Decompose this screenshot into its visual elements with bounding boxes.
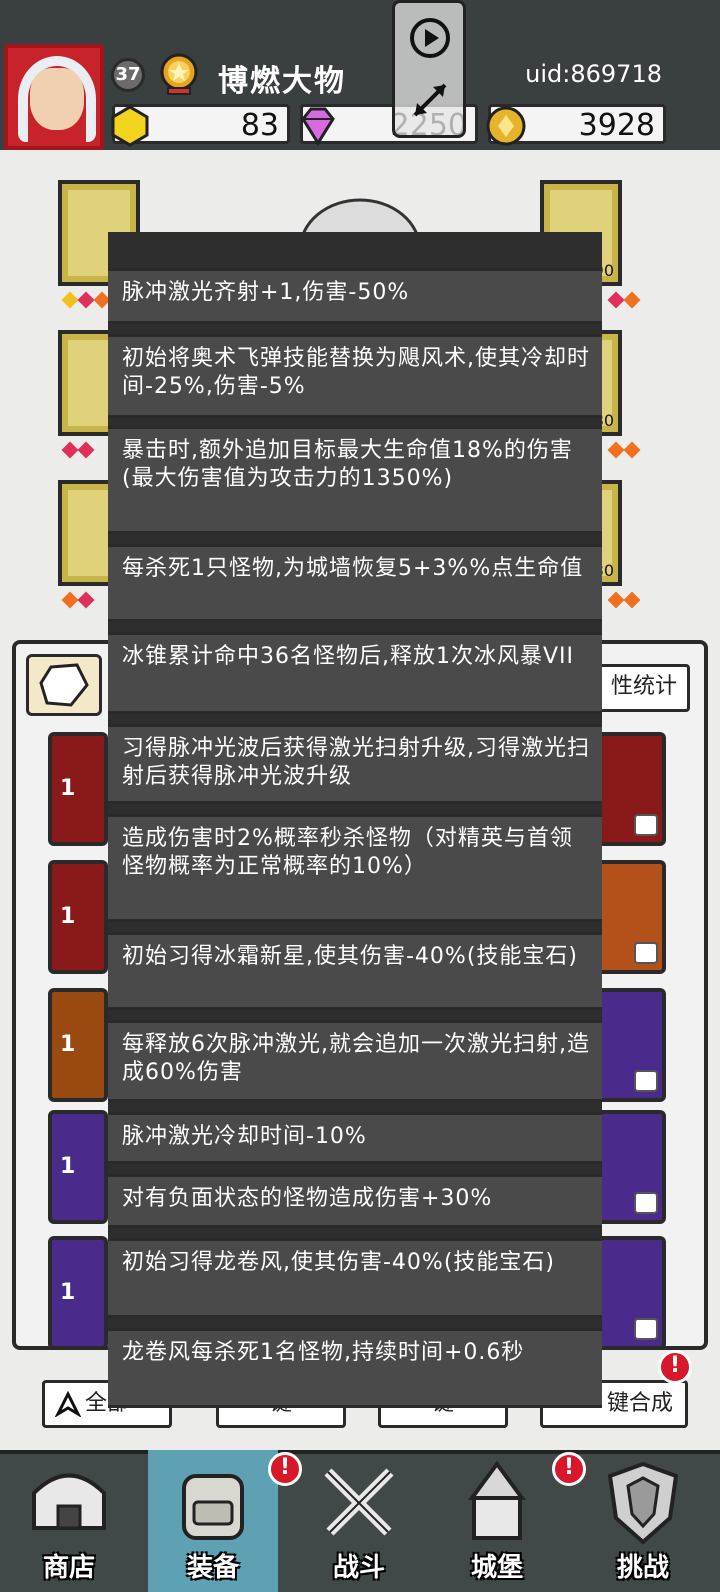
gem-card[interactable] (596, 732, 666, 846)
gem-card[interactable]: 1 (48, 1110, 108, 1224)
nav-shop[interactable]: 商店 (4, 1450, 134, 1592)
crossed-swords-icon (324, 1468, 394, 1536)
player-level-badge: 37 (111, 58, 145, 92)
perk-item: 脉冲激光冷却时间-10% (108, 1112, 602, 1164)
gold-gem-value: 83 (240, 108, 279, 143)
player-avatar[interactable] (4, 44, 104, 150)
yellow-gem-icon (111, 105, 149, 147)
gem-sockets (607, 591, 641, 612)
play-icon[interactable] (409, 17, 451, 59)
nav-battle-label: 战斗 (332, 1553, 385, 1583)
diamond-icon (301, 107, 335, 146)
gem-sockets (61, 591, 95, 612)
gem-card[interactable] (596, 1110, 666, 1224)
expand-icon[interactable] (407, 77, 453, 123)
coin-value: 3928 (578, 108, 655, 143)
gem-sockets (61, 291, 111, 312)
up-arrow-icon (55, 1391, 81, 1417)
nav-equipment[interactable]: 装备 (148, 1450, 278, 1592)
nav-castle[interactable]: 城堡 (432, 1450, 562, 1592)
nav-castle-label: 城堡 (470, 1553, 523, 1583)
merge-alert-badge: ! (658, 1350, 692, 1384)
perk-item: 对有负面状态的怪物造成伤害+30% (108, 1174, 602, 1228)
gem-card[interactable] (596, 1236, 666, 1350)
perk-item: 初始习得冰霜新星,使其伤害-40%(技能宝石) (108, 932, 602, 1010)
perk-item: 冰锥累计命中36名怪物后,释放1次冰风暴VII (108, 632, 602, 714)
nav-challenge-label: 挑战 (616, 1553, 669, 1583)
trophy-icon[interactable] (156, 52, 202, 96)
castle-icon (468, 1460, 526, 1540)
gem-sockets (607, 291, 641, 312)
gem-sockets (607, 441, 641, 462)
perk-item: 每杀死1只怪物,为城墙恢复5+3%%点生命值 (108, 544, 602, 622)
gem-card[interactable] (596, 988, 666, 1102)
coin-icon (486, 106, 526, 146)
nav-battle[interactable]: 战斗 (294, 1450, 424, 1592)
perk-item: 每释放6次脉冲激光,就会追加一次激光扫射,造成60%伤害 (108, 1020, 602, 1102)
perk-item: 初始将奥术飞弹技能替换为飓风术,使其冷却时间-25%,伤害-5% (108, 334, 602, 418)
player-uid: uid:869718 (525, 60, 662, 88)
crystal-icon (39, 663, 89, 707)
gem-card[interactable]: 1 (48, 860, 108, 974)
gem-sockets (61, 441, 95, 462)
shield-icon (607, 1461, 679, 1545)
gem-card[interactable]: 1 (48, 1236, 108, 1350)
perk-item: 龙卷风每杀死1名怪物,持续时间+0.6秒 (108, 1328, 602, 1408)
gem-card[interactable] (596, 860, 666, 974)
nav-equipment-label: 装备 (186, 1553, 239, 1583)
gem-category-button[interactable] (26, 654, 102, 716)
floating-overlay-controls[interactable] (392, 0, 466, 138)
perk-item: 暴击时,额外追加目标最大生命值18%的伤害(最大伤害值为攻击力的1350%) (108, 426, 602, 534)
perk-item: 习得脉冲光波后获得激光扫射升级,习得激光扫射后获得脉冲光波升级 (108, 724, 602, 804)
perk-item: 脉冲激光齐射+1,伤害-50% (108, 268, 602, 324)
shop-icon (32, 1473, 106, 1530)
gem-card[interactable]: 1 (48, 732, 108, 846)
nav-challenge[interactable]: 挑战 (578, 1450, 708, 1592)
perk-item: 造成伤害时2%概率秒杀怪物（对精英与首领怪物概率为正常概率的10%） (108, 814, 602, 922)
player-name: 博燃大物 (218, 64, 346, 99)
gold-gem-counter[interactable]: 83 (111, 104, 290, 147)
avatar-face (30, 68, 84, 130)
gem-card[interactable]: 1 (48, 988, 108, 1102)
nav-shop-label: 商店 (42, 1553, 95, 1583)
perk-item: 初始习得龙卷风,使其伤害-40%(技能宝石) (108, 1238, 602, 1318)
coin-counter[interactable]: 3928 (486, 104, 666, 146)
backpack-icon (182, 1474, 244, 1540)
